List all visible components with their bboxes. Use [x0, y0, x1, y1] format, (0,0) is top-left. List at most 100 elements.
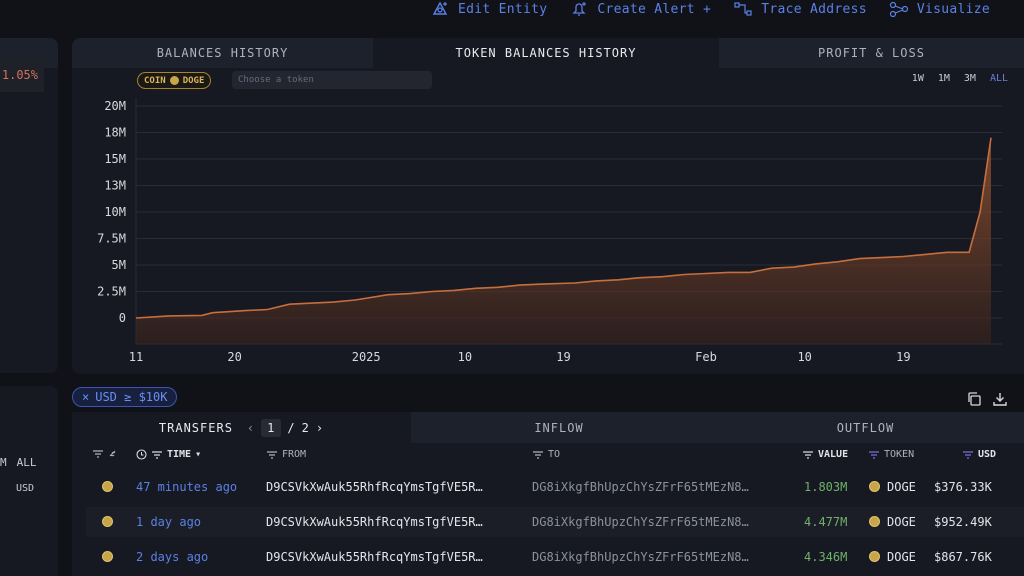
token-column-header[interactable]: TOKEN	[868, 449, 914, 460]
doge-coin-icon	[102, 551, 113, 562]
transfers-tab-bar: TRANSFERS ‹ 1 / 2 › INFLOW OUTFLOW	[72, 412, 1024, 443]
row-value: 4.346M	[804, 550, 848, 564]
trace-address-label: Trace Address	[761, 1, 867, 17]
tab-inflow[interactable]: INFLOW	[411, 412, 707, 443]
doge-coin-icon	[102, 516, 113, 527]
x-tick-label: 19	[556, 350, 570, 364]
tab-transfers[interactable]: TRANSFERS ‹ 1 / 2 ›	[72, 412, 411, 443]
to-column-label: TO	[548, 449, 561, 460]
left-range-all[interactable]: ALL	[17, 456, 37, 469]
table-row[interactable]: 1 day ago D9CSVkXwAuk55RhfRcqYmsTgfVE5R……	[86, 507, 1024, 537]
x-tick-label: 11	[129, 350, 143, 364]
graph-icon	[889, 1, 908, 17]
bell-icon	[572, 2, 587, 16]
row-from[interactable]: D9CSVkXwAuk55RhfRcqYmsTgfVE5R…	[266, 515, 483, 529]
visualize-label: Visualize	[916, 1, 990, 17]
row-token[interactable]: DOGE	[887, 480, 916, 494]
y-tick-label: 5M	[112, 258, 126, 272]
y-tick-label: 20M	[104, 99, 126, 113]
left-change-pct: 1.05%	[0, 58, 44, 92]
page-separator: /	[287, 420, 296, 435]
from-column-label: FROM	[282, 449, 307, 460]
usd-filter-pill[interactable]: × USD ≥ $10K	[72, 387, 178, 407]
doge-coin-icon	[102, 481, 113, 492]
token-column-label: TOKEN	[884, 449, 915, 460]
x-tick-label: Feb	[695, 350, 717, 364]
tab-outflow[interactable]: OUTFLOW	[707, 412, 1024, 443]
time-column-label: TIME	[167, 449, 192, 460]
clock-icon	[136, 449, 147, 460]
total-pages: 2	[301, 420, 310, 435]
x-tick-label: 10	[458, 350, 472, 364]
y-tick-label: 0	[119, 311, 126, 325]
filter-icon	[533, 450, 543, 459]
prev-page-icon[interactable]: ‹	[247, 421, 255, 435]
x-tick-label: 19	[896, 350, 910, 364]
row-usd: $952.49K	[934, 515, 992, 529]
table-tools	[966, 391, 1008, 407]
filter-icon	[963, 450, 973, 459]
filter-icon	[869, 450, 879, 459]
row-from[interactable]: D9CSVkXwAuk55RhfRcqYmsTgfVE5R…	[266, 480, 483, 494]
copy-icon[interactable]	[966, 391, 982, 407]
download-icon[interactable]	[992, 391, 1008, 407]
filter-icon	[93, 450, 103, 458]
y-tick-label: 7.5M	[97, 232, 126, 246]
row-to[interactable]: DG8iXkgfBhUpzChYsZFrF65tMEzN8…	[532, 550, 749, 564]
edit-entity-label: Edit Entity	[458, 1, 548, 17]
left-range-m[interactable]: M	[0, 456, 7, 469]
tab-transfers-label: TRANSFERS	[158, 420, 233, 435]
x-tick-label: 20	[227, 350, 241, 364]
from-column-header[interactable]: FROM	[266, 449, 306, 460]
row-to[interactable]: DG8iXkgfBhUpzChYsZFrF65tMEzN8…	[532, 480, 749, 494]
table-row[interactable]: 2 days ago D9CSVkXwAuk55RhfRcqYmsTgfVE5R…	[86, 542, 1024, 572]
row-value: 4.477M	[804, 515, 848, 529]
usd-column-label: USD	[978, 449, 997, 460]
usd-filter-label: USD ≥ $10K	[95, 390, 168, 404]
create-alert-button[interactable]: Create Alert +	[569, 1, 711, 17]
to-column-header[interactable]: TO	[532, 449, 560, 460]
usd-column-header[interactable]: USD	[962, 449, 996, 460]
value-column-label: VALUE	[818, 449, 849, 460]
filter-icon	[803, 450, 813, 459]
table-row[interactable]: 47 minutes ago D9CSVkXwAuk55RhfRcqYmsTgf…	[86, 472, 1024, 502]
trace-address-button[interactable]: Trace Address	[733, 1, 867, 17]
row-usd: $376.33K	[934, 480, 992, 494]
time-column-header[interactable]: TIME ▾	[136, 449, 201, 460]
doge-coin-icon	[869, 516, 880, 527]
visualize-button[interactable]: Visualize	[889, 1, 990, 17]
balance-area	[136, 137, 991, 344]
row-value: 1.803M	[804, 480, 848, 494]
y-tick-label: 2.5M	[97, 285, 126, 299]
row-time[interactable]: 1 day ago	[136, 515, 201, 529]
pagination: ‹ 1 / 2 ›	[247, 418, 324, 437]
row-token[interactable]: DOGE	[887, 515, 916, 529]
row-time[interactable]: 2 days ago	[136, 550, 208, 564]
current-page[interactable]: 1	[261, 418, 282, 437]
y-tick-label: 15M	[104, 152, 126, 166]
y-tick-label: 13M	[104, 179, 126, 193]
remove-filter-icon[interactable]: ×	[82, 390, 89, 404]
x-tick-label: 2025	[352, 350, 381, 364]
type-column-filter[interactable]	[92, 449, 120, 459]
create-alert-label: Create Alert +	[597, 1, 712, 17]
sort-desc-icon: ▾	[195, 449, 202, 460]
edit-entity-icon	[432, 1, 448, 15]
transfers-table-card: TRANSFERS ‹ 1 / 2 › INFLOW OUTFLOW TIME ▾…	[72, 412, 1024, 576]
y-tick-label: 18M	[104, 126, 126, 140]
left-currency: USD	[16, 483, 35, 494]
token-balance-area-chart: 20M 18M 15M 13M 10M 7.5M 5M 2.5M 0 11 20 2025 10 19 Fe…	[97, 98, 1002, 364]
row-to[interactable]: DG8iXkgfBhUpzChYsZFrF65tMEzN8…	[532, 515, 749, 529]
row-token[interactable]: DOGE	[887, 550, 916, 564]
edit-entity-button[interactable]: Edit Entity	[430, 1, 547, 17]
row-time[interactable]: 47 minutes ago	[136, 480, 237, 494]
row-from[interactable]: D9CSVkXwAuk55RhfRcqYmsTgfVE5R…	[266, 550, 483, 564]
doge-coin-icon	[869, 551, 880, 562]
row-usd: $867.76K	[934, 550, 992, 564]
link-icon	[109, 450, 116, 457]
y-tick-label: 10M	[104, 205, 126, 219]
value-column-header[interactable]: VALUE	[802, 449, 848, 460]
next-page-icon[interactable]: ›	[316, 421, 324, 435]
doge-coin-icon	[869, 481, 880, 492]
left-range-selector: M ALL	[0, 456, 37, 469]
